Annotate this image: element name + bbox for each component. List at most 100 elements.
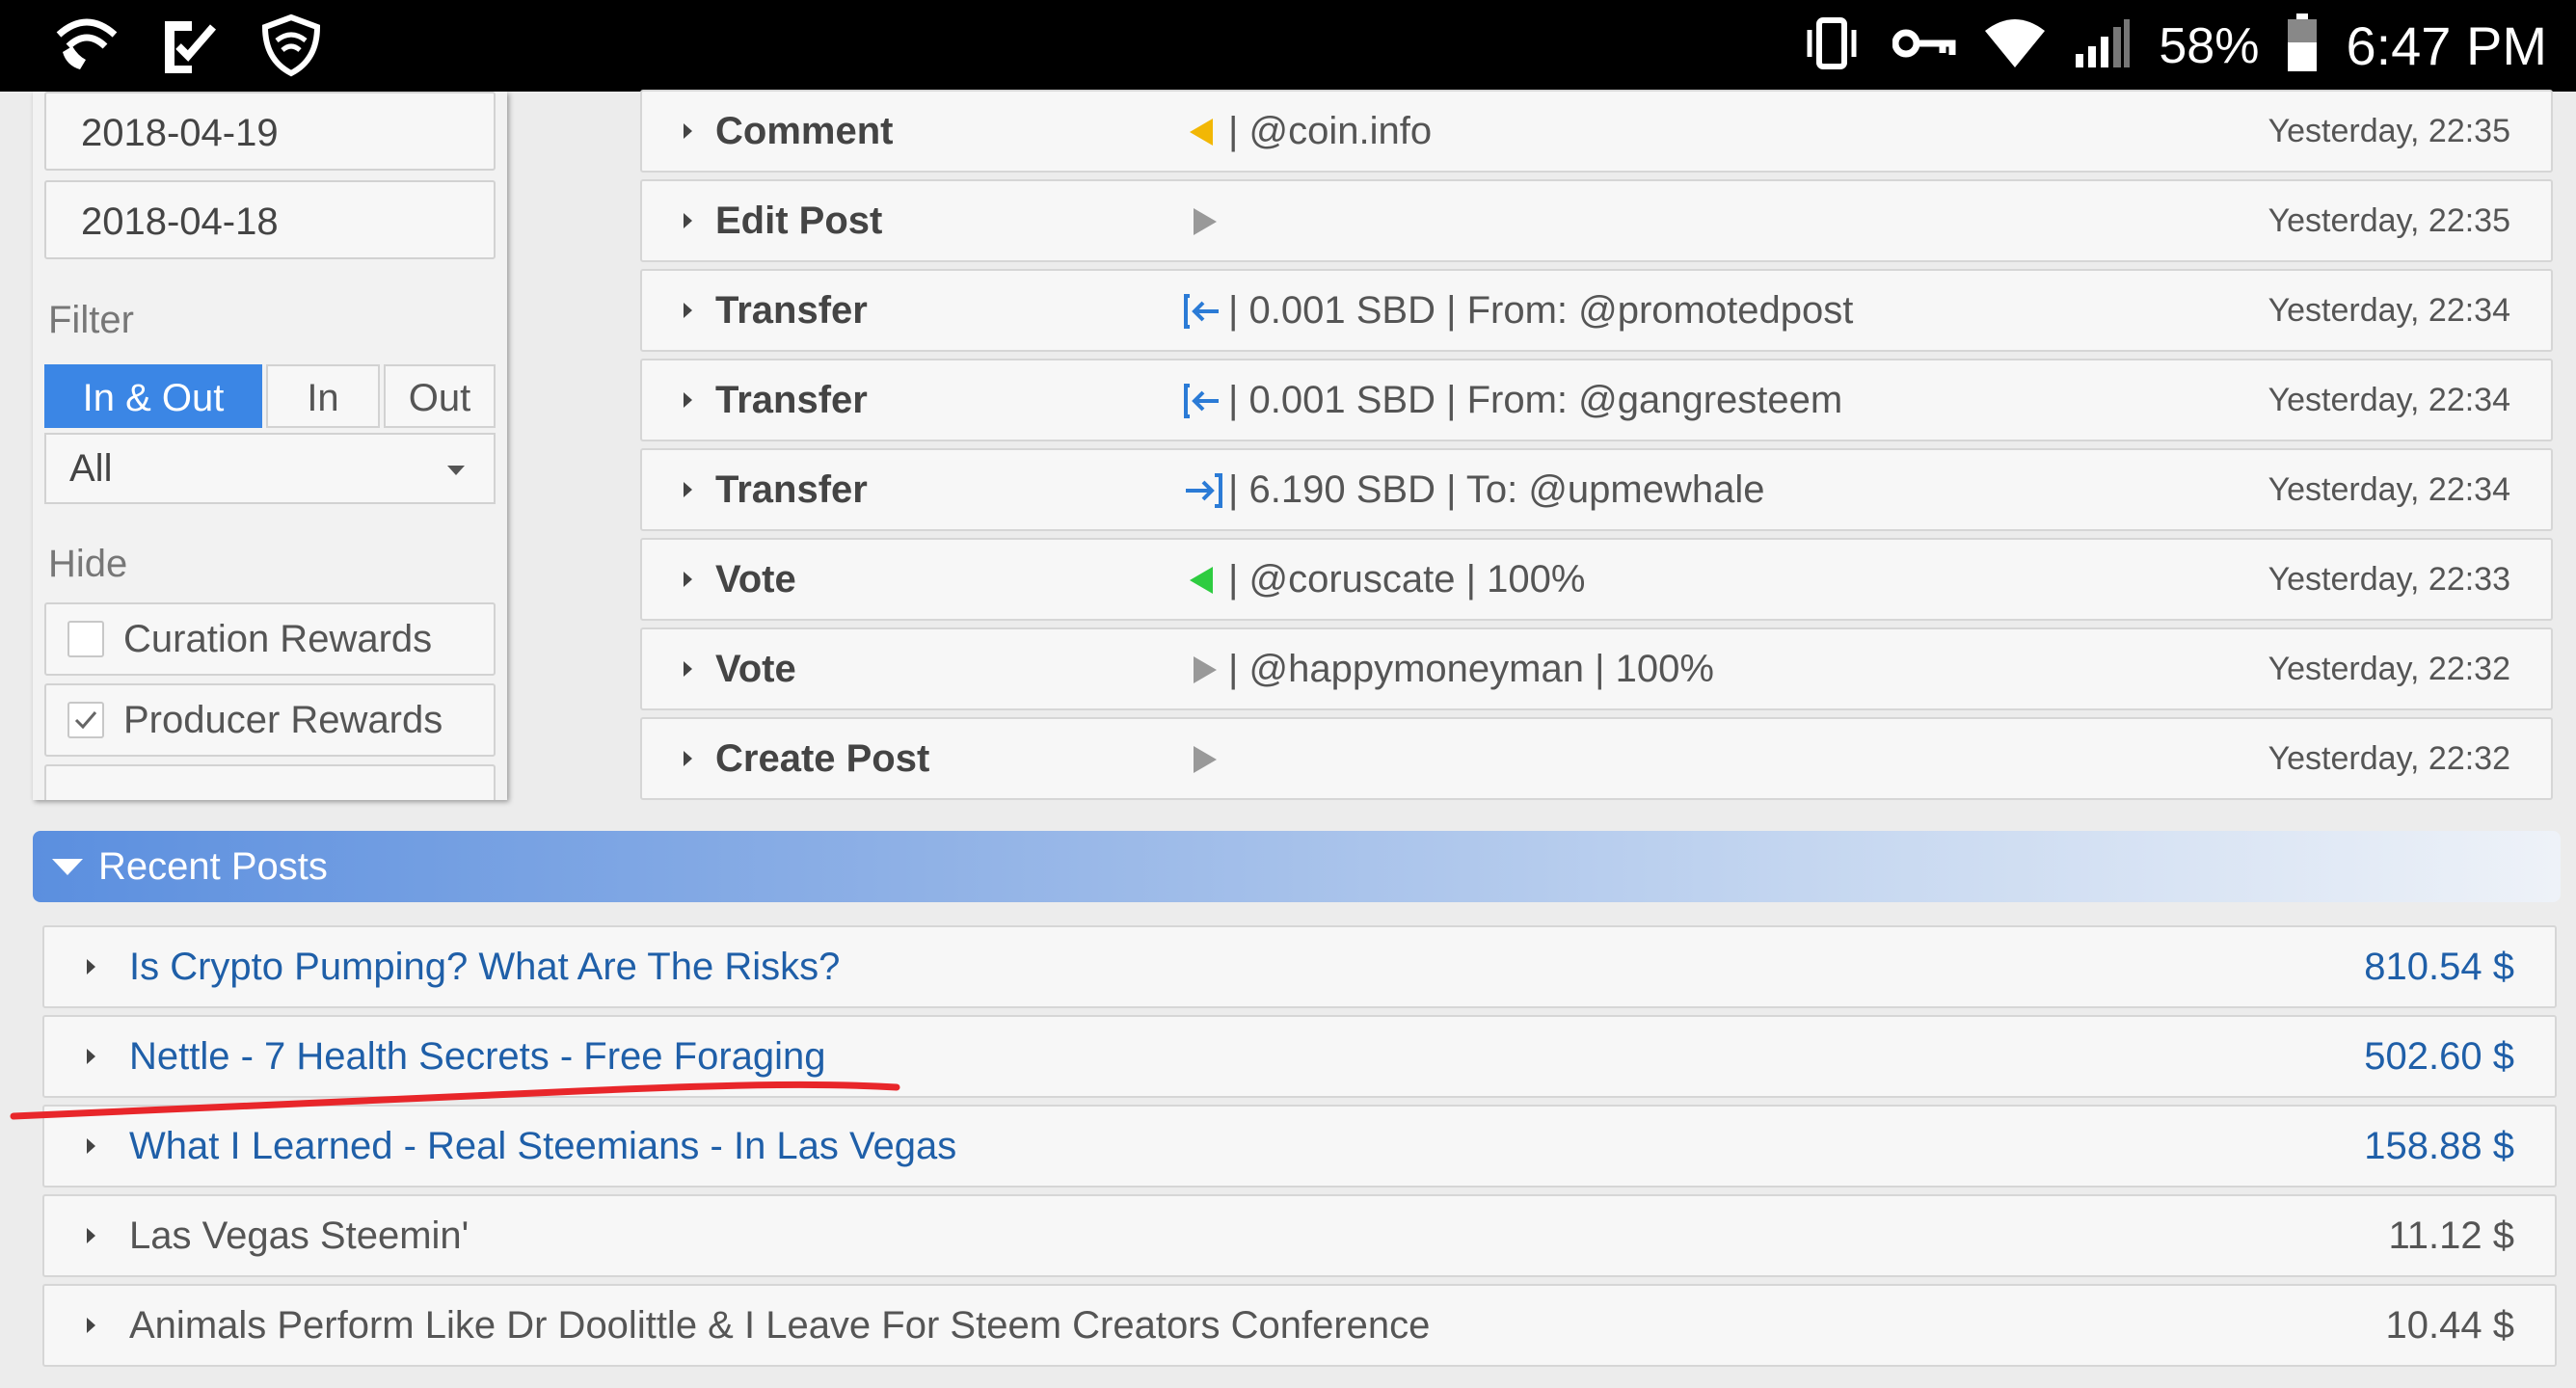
transfer-out-icon xyxy=(1186,473,1222,508)
operation-time: Yesterday, 22:34 xyxy=(2267,292,2510,329)
arrow-right-gray-icon xyxy=(1194,746,1217,773)
operation-detail: | 0.001 SBD | From: @promotedpost xyxy=(1228,289,1854,332)
transfer-in-icon xyxy=(1184,294,1219,329)
arrow-right-gray-icon xyxy=(1194,208,1217,235)
producer-rewards-checkbox[interactable] xyxy=(67,702,104,738)
arrow-right-gray-icon xyxy=(1194,656,1217,683)
expand-caret-icon[interactable] xyxy=(87,959,95,974)
hide-label: Hide xyxy=(48,543,128,585)
operation-row[interactable]: Transfer | 6.190 SBD | To: @upmewhale Ye… xyxy=(640,448,2553,531)
hide-option-partial[interactable] xyxy=(44,764,496,800)
post-title[interactable]: Las Vegas Steemin' xyxy=(129,1196,469,1275)
expand-caret-icon[interactable] xyxy=(87,1318,95,1333)
recent-posts-header[interactable]: Recent Posts xyxy=(33,831,2561,902)
collapse-arrow-icon[interactable] xyxy=(52,859,83,875)
expand-caret-icon[interactable] xyxy=(87,1049,95,1064)
vpn-key-icon xyxy=(1892,24,1956,67)
operation-row[interactable]: Create Post Yesterday, 22:32 xyxy=(640,717,2553,800)
post-row[interactable]: Las Vegas Steemin' 11.12 $ xyxy=(42,1194,2557,1277)
operation-detail: | 6.190 SBD | To: @upmewhale xyxy=(1228,468,1765,511)
operation-detail: | @happymoneyman | 100% xyxy=(1228,648,1714,690)
operation-detail: | 0.001 SBD | From: @gangresteem xyxy=(1228,379,1843,421)
clock-time: 6:47 PM xyxy=(2346,15,2547,76)
vibrate-icon xyxy=(1798,16,1865,75)
checkmark-icon xyxy=(74,711,97,730)
operation-row[interactable]: Transfer | 0.001 SBD | From: @promotedpo… xyxy=(640,269,2553,352)
signal-icon xyxy=(2074,17,2132,74)
date-item-2018-04-19[interactable]: 2018-04-19 xyxy=(44,92,496,171)
expand-caret-icon[interactable] xyxy=(684,213,692,228)
battery-percent: 58% xyxy=(2159,17,2260,74)
arrow-left-green-icon xyxy=(1190,567,1213,594)
filter-out-button[interactable]: Out xyxy=(384,364,496,428)
expand-caret-icon[interactable] xyxy=(684,303,692,318)
operation-type: Vote xyxy=(715,558,796,601)
post-payout: 11.12 $ xyxy=(2388,1214,2515,1257)
operation-type-select-value: All xyxy=(69,447,113,490)
operation-time: Yesterday, 22:32 xyxy=(2267,740,2510,777)
post-title-link[interactable]: What I Learned - Real Steemians - In Las… xyxy=(129,1107,956,1186)
post-payout[interactable]: 158.88 $ xyxy=(2364,1107,2514,1186)
hide-curation-rewards-option[interactable]: Curation Rewards xyxy=(44,602,496,676)
wifi-icon xyxy=(1983,17,2047,74)
curation-rewards-label: Curation Rewards xyxy=(123,618,433,660)
wifi-call-icon xyxy=(53,13,121,82)
operation-time: Yesterday, 22:35 xyxy=(2267,202,2510,239)
post-payout[interactable]: 502.60 $ xyxy=(2364,1017,2514,1096)
shield-wifi-icon xyxy=(259,13,323,82)
operation-time: Yesterday, 22:34 xyxy=(2267,471,2510,508)
post-title[interactable]: Animals Perform Like Dr Doolittle & I Le… xyxy=(129,1286,1430,1365)
operation-type: Transfer xyxy=(715,468,868,511)
operation-row[interactable]: Comment | @coin.info Yesterday, 22:35 xyxy=(640,90,2553,173)
operation-row[interactable]: Vote | @coruscate | 100% Yesterday, 22:3… xyxy=(640,538,2553,621)
expand-caret-icon[interactable] xyxy=(684,751,692,766)
recent-posts-title: Recent Posts xyxy=(98,845,328,888)
chevron-down-icon xyxy=(447,466,465,475)
operation-time: Yesterday, 22:33 xyxy=(2267,561,2510,598)
operation-detail: | @coruscate | 100% xyxy=(1228,558,1586,601)
post-title-link[interactable]: Is Crypto Pumping? What Are The Risks? xyxy=(129,927,840,1006)
expand-caret-icon[interactable] xyxy=(87,1138,95,1154)
expand-caret-icon[interactable] xyxy=(684,572,692,587)
expand-caret-icon[interactable] xyxy=(684,482,692,497)
filter-sidebar: 2018-04-19 2018-04-18 Filter In & Out In… xyxy=(33,92,507,800)
filter-in-button[interactable]: In xyxy=(266,364,380,428)
post-row[interactable]: Nettle - 7 Health Secrets - Free Foragin… xyxy=(42,1015,2557,1098)
post-title-link[interactable]: Nettle - 7 Health Secrets - Free Foragin… xyxy=(129,1017,826,1096)
battery-icon xyxy=(2286,13,2319,78)
operation-row[interactable]: Edit Post Yesterday, 22:35 xyxy=(640,179,2553,262)
arrow-left-yellow-icon xyxy=(1190,119,1213,146)
operation-type: Transfer xyxy=(715,379,868,421)
operation-row[interactable]: Transfer | 0.001 SBD | From: @gangrestee… xyxy=(640,359,2553,441)
expand-caret-icon[interactable] xyxy=(684,123,692,139)
expand-caret-icon[interactable] xyxy=(684,661,692,677)
post-row[interactable]: What I Learned - Real Steemians - In Las… xyxy=(42,1105,2557,1188)
direction-filter-group: In & Out In Out xyxy=(44,364,496,428)
operation-type: Comment xyxy=(715,110,894,152)
filter-label: Filter xyxy=(48,299,134,341)
operation-detail: | @coin.info xyxy=(1228,110,1433,152)
expand-caret-icon[interactable] xyxy=(87,1228,95,1243)
status-bar: 58% 6:47 PM xyxy=(0,0,2576,92)
curation-rewards-checkbox[interactable] xyxy=(67,621,104,657)
expand-caret-icon[interactable] xyxy=(684,392,692,408)
filter-in-out-button[interactable]: In & Out xyxy=(44,364,262,428)
operation-row[interactable]: Vote | @happymoneyman | 100% Yesterday, … xyxy=(640,627,2553,710)
operation-type-select[interactable]: All xyxy=(44,433,496,504)
transfer-in-icon xyxy=(1184,384,1219,418)
operation-type: Create Post xyxy=(715,737,930,780)
hide-producer-rewards-option[interactable]: Producer Rewards xyxy=(44,683,496,757)
date-item-2018-04-18[interactable]: 2018-04-18 xyxy=(44,180,496,259)
operation-time: Yesterday, 22:32 xyxy=(2267,651,2510,687)
operation-type: Transfer xyxy=(715,289,868,332)
producer-rewards-label: Producer Rewards xyxy=(123,699,443,741)
operation-time: Yesterday, 22:34 xyxy=(2267,382,2510,418)
operation-time: Yesterday, 22:35 xyxy=(2267,113,2510,149)
operation-type: Vote xyxy=(715,648,796,690)
post-payout: 10.44 $ xyxy=(2385,1304,2514,1347)
checklist-icon xyxy=(161,13,219,82)
operation-type: Edit Post xyxy=(715,200,883,242)
post-payout[interactable]: 810.54 $ xyxy=(2364,927,2514,1006)
post-row[interactable]: Animals Perform Like Dr Doolittle & I Le… xyxy=(42,1284,2557,1367)
post-row[interactable]: Is Crypto Pumping? What Are The Risks? 8… xyxy=(42,925,2557,1008)
